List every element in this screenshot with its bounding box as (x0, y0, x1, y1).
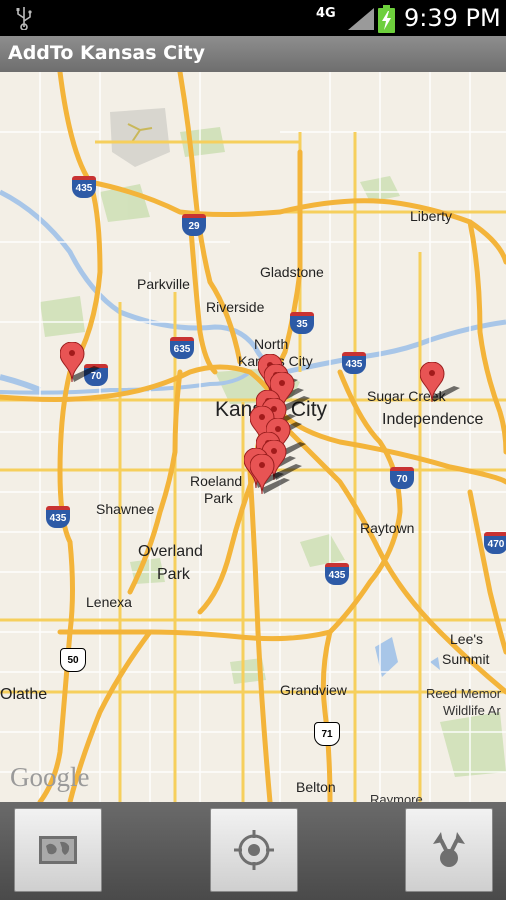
my-location-button[interactable] (210, 808, 298, 892)
map-marker-pin[interactable] (250, 454, 290, 498)
map-label-olathe: Olathe (0, 686, 48, 703)
map-label-overland: Overland (138, 543, 203, 560)
share-button[interactable] (405, 808, 493, 892)
highway-shield-i435-nw: 435 (72, 176, 96, 198)
highway-shield-i29: 29 (182, 214, 206, 236)
network-type: 4G (316, 6, 336, 21)
usb-icon (16, 7, 32, 30)
highway-shield-i435-sw: 435 (46, 506, 70, 528)
map-label-riverside: Riverside (206, 299, 265, 315)
map-label-parkville: Parkville (137, 276, 190, 292)
map-label-gladstone: Gladstone (260, 264, 324, 280)
highway-shield-us50: 50 (60, 648, 86, 672)
clock: 9:39 PM (404, 4, 501, 32)
battery-icon (378, 5, 395, 33)
highway-shield-i470: 470 (484, 532, 506, 554)
highway-shield-i435-se: 435 (325, 563, 349, 585)
app-title: AddTo Kansas City (8, 42, 206, 64)
signal-icon (348, 8, 374, 30)
highway-shield-i35: 35 (290, 312, 314, 334)
map-label-roeland: Roeland (190, 473, 243, 489)
highway-shield-us71: 71 (314, 722, 340, 746)
map-label-raymore: Raymore (370, 792, 423, 802)
highway-shield-i435-ne: 435 (342, 352, 366, 374)
map-view[interactable]: Liberty Gladstone Parkville Riverside No… (0, 72, 506, 802)
map-label-belton: Belton (296, 779, 336, 795)
map-label-lees-summit: Summit (442, 651, 490, 667)
map-label-roeland-park: Park (204, 490, 233, 506)
map-marker-pin[interactable] (60, 342, 100, 386)
map-label-north: North (254, 336, 289, 352)
map-label-liberty: Liberty (410, 208, 453, 224)
map-label-reed: Reed Memor (426, 686, 502, 701)
map-label-lees: Lee's (450, 631, 484, 647)
map-label-wildlife-area: Wildlife Ar (443, 703, 501, 718)
title-bar: AddTo Kansas City (0, 36, 506, 73)
share-icon (433, 832, 465, 867)
map-label-shawnee: Shawnee (96, 501, 155, 517)
highway-shield-i70-e: 70 (390, 467, 414, 489)
map-label-overland-park: Park (157, 566, 190, 583)
my-location-icon (234, 830, 274, 870)
map-label-independence: Independence (382, 411, 484, 428)
map-label-lenexa: Lenexa (86, 594, 132, 610)
map-label-raytown: Raytown (360, 520, 415, 536)
map-view-button[interactable] (14, 808, 102, 892)
map-label-grandview: Grandview (280, 682, 347, 698)
bottom-toolbar (0, 802, 506, 900)
map-icon (39, 836, 77, 864)
highway-shield-i635: 635 (170, 337, 194, 359)
google-logo: Google (10, 762, 90, 792)
status-bar: 4G 9:39 PM (0, 0, 506, 36)
map-marker-pin[interactable] (420, 362, 460, 406)
